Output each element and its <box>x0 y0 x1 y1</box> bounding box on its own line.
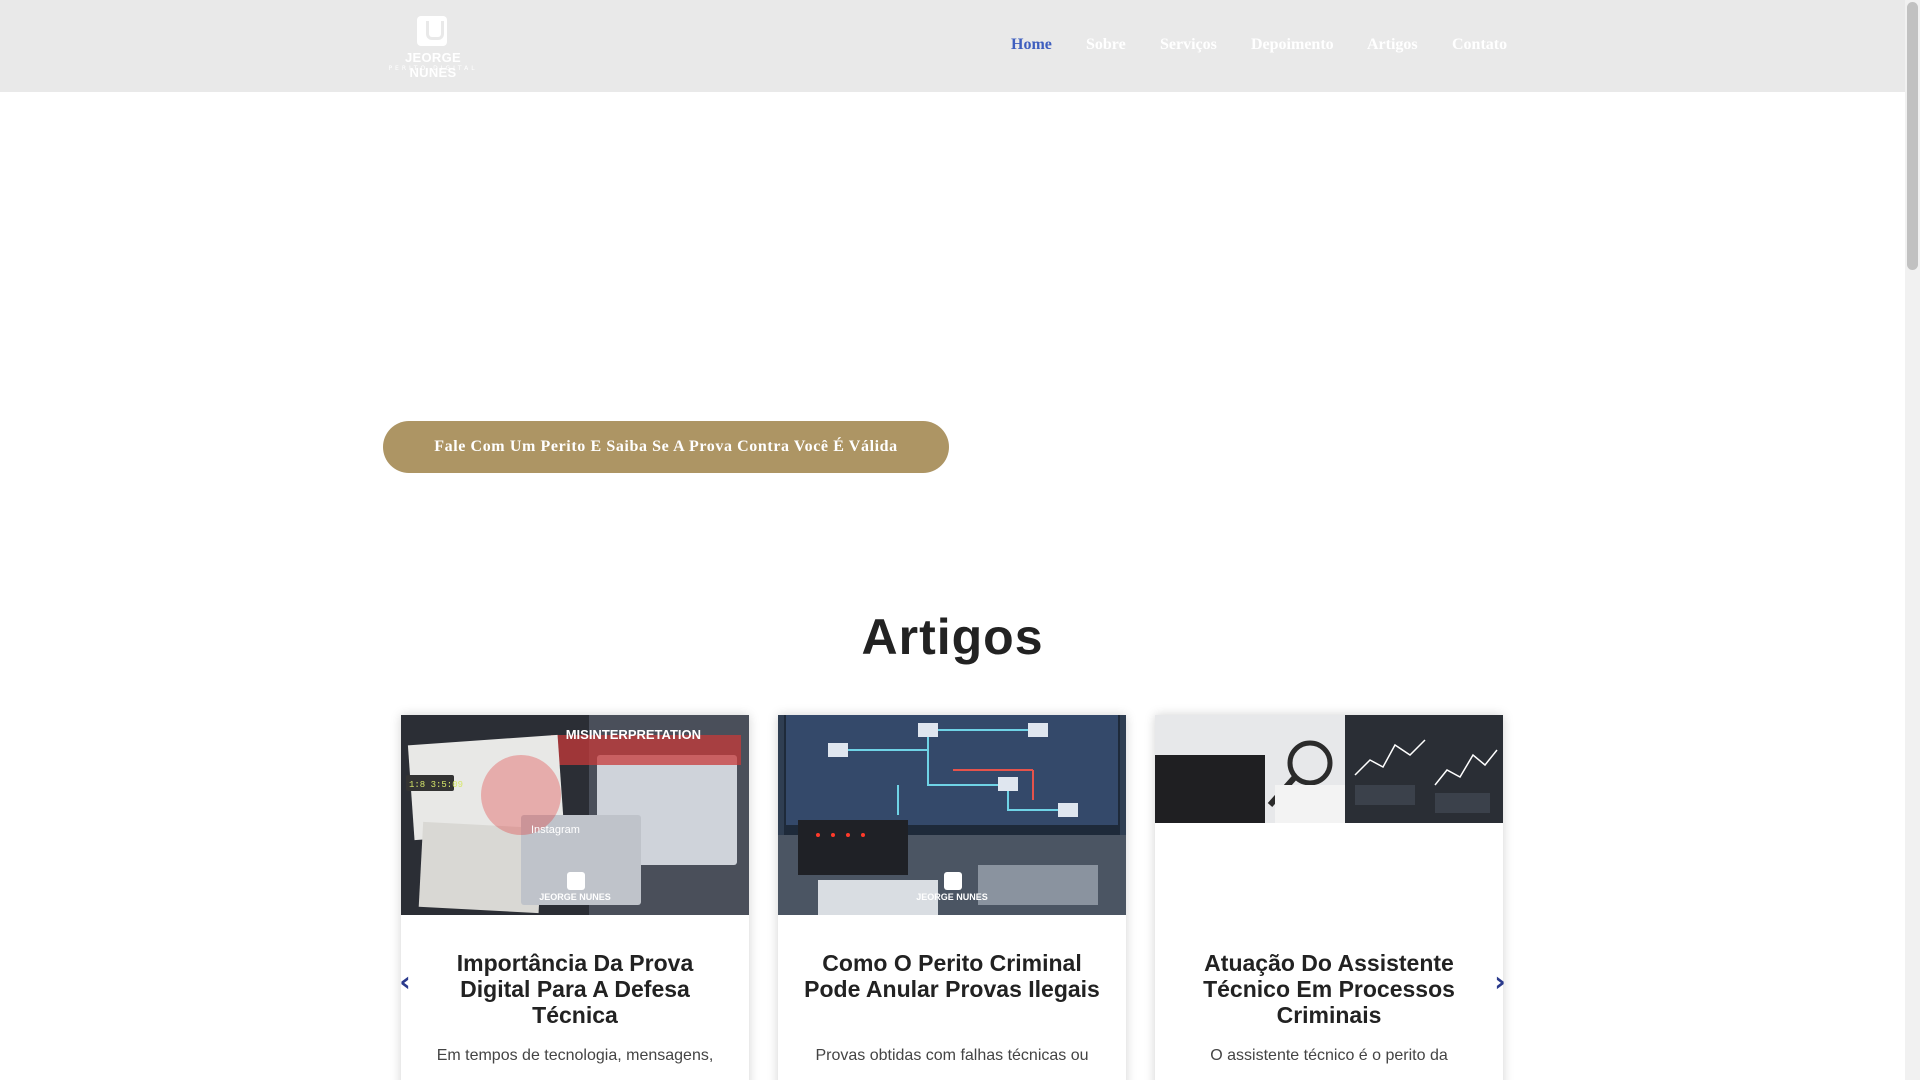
contact-expert-button[interactable]: Fale Com Um Perito E Saiba Se A Prova Co… <box>383 421 949 473</box>
watermark-name: JEORGE NUNES <box>916 892 988 902</box>
watermark-logo-icon <box>567 872 585 890</box>
article-excerpt: O assistente técnico é o perito da <box>1210 1047 1448 1064</box>
article-title[interactable]: Importância Da Prova Digital Para A Defe… <box>421 950 729 1028</box>
watermark-logo-icon <box>944 872 962 890</box>
page-scrollbar[interactable] <box>1905 0 1920 1080</box>
image-text: 1:8 3:5:09 <box>409 780 463 790</box>
chevron-left-icon[interactable]: ‹ <box>395 968 415 996</box>
watermark: JEORGE NUNES <box>916 872 988 912</box>
nav-item-artigos[interactable]: Artigos <box>1367 36 1418 54</box>
image-text: Instagram <box>531 824 580 836</box>
logo-subtitle: PERITO DIGITAL <box>388 65 478 72</box>
article-title[interactable]: Atuação Do Assistente Técnico Em Process… <box>1175 950 1483 1028</box>
chevron-right-icon[interactable]: › <box>1490 968 1510 996</box>
article-card[interactable]: MISINTERPRETATION Instagram 1:8 3:5:09 J… <box>401 715 749 1080</box>
article-image[interactable] <box>1155 715 1503 915</box>
article-image[interactable]: JEORGE NUNES <box>778 715 1126 915</box>
watermark-name: JEORGE NUNES <box>539 892 611 902</box>
nav-item-servicos[interactable]: Serviços <box>1160 36 1217 54</box>
article-excerpt: Em tempos de tecnologia, mensagens, <box>436 1047 714 1064</box>
article-image[interactable]: MISINTERPRETATION Instagram 1:8 3:5:09 J… <box>401 715 749 915</box>
image-text: MISINTERPRETATION <box>566 727 701 742</box>
article-excerpt: Provas obtidas com falhas técnicas ou <box>815 1047 1089 1064</box>
article-card[interactable]: JEORGE NUNES Como O Perito Criminal Pode… <box>778 715 1126 1080</box>
nav-item-depoimento[interactable]: Depoimento <box>1251 36 1334 54</box>
watermark: JEORGE NUNES <box>539 872 611 912</box>
article-card[interactable]: Atuação Do Assistente Técnico Em Process… <box>1155 715 1503 1080</box>
nav-item-contato[interactable]: Contato <box>1452 36 1507 54</box>
main-nav: Home Sobre Serviços Depoimento Artigos C… <box>0 36 1905 58</box>
site-header: JEORGE NUNES PERITO DIGITAL Home Sobre S… <box>0 0 1905 92</box>
nav-item-home[interactable]: Home <box>1011 36 1052 54</box>
scrollbar-thumb[interactable] <box>1907 2 1918 270</box>
article-title[interactable]: Como O Perito Criminal Pode Anular Prova… <box>798 950 1106 1002</box>
articles-heading: Artigos <box>861 609 1044 665</box>
nav-item-sobre[interactable]: Sobre <box>1086 36 1126 54</box>
